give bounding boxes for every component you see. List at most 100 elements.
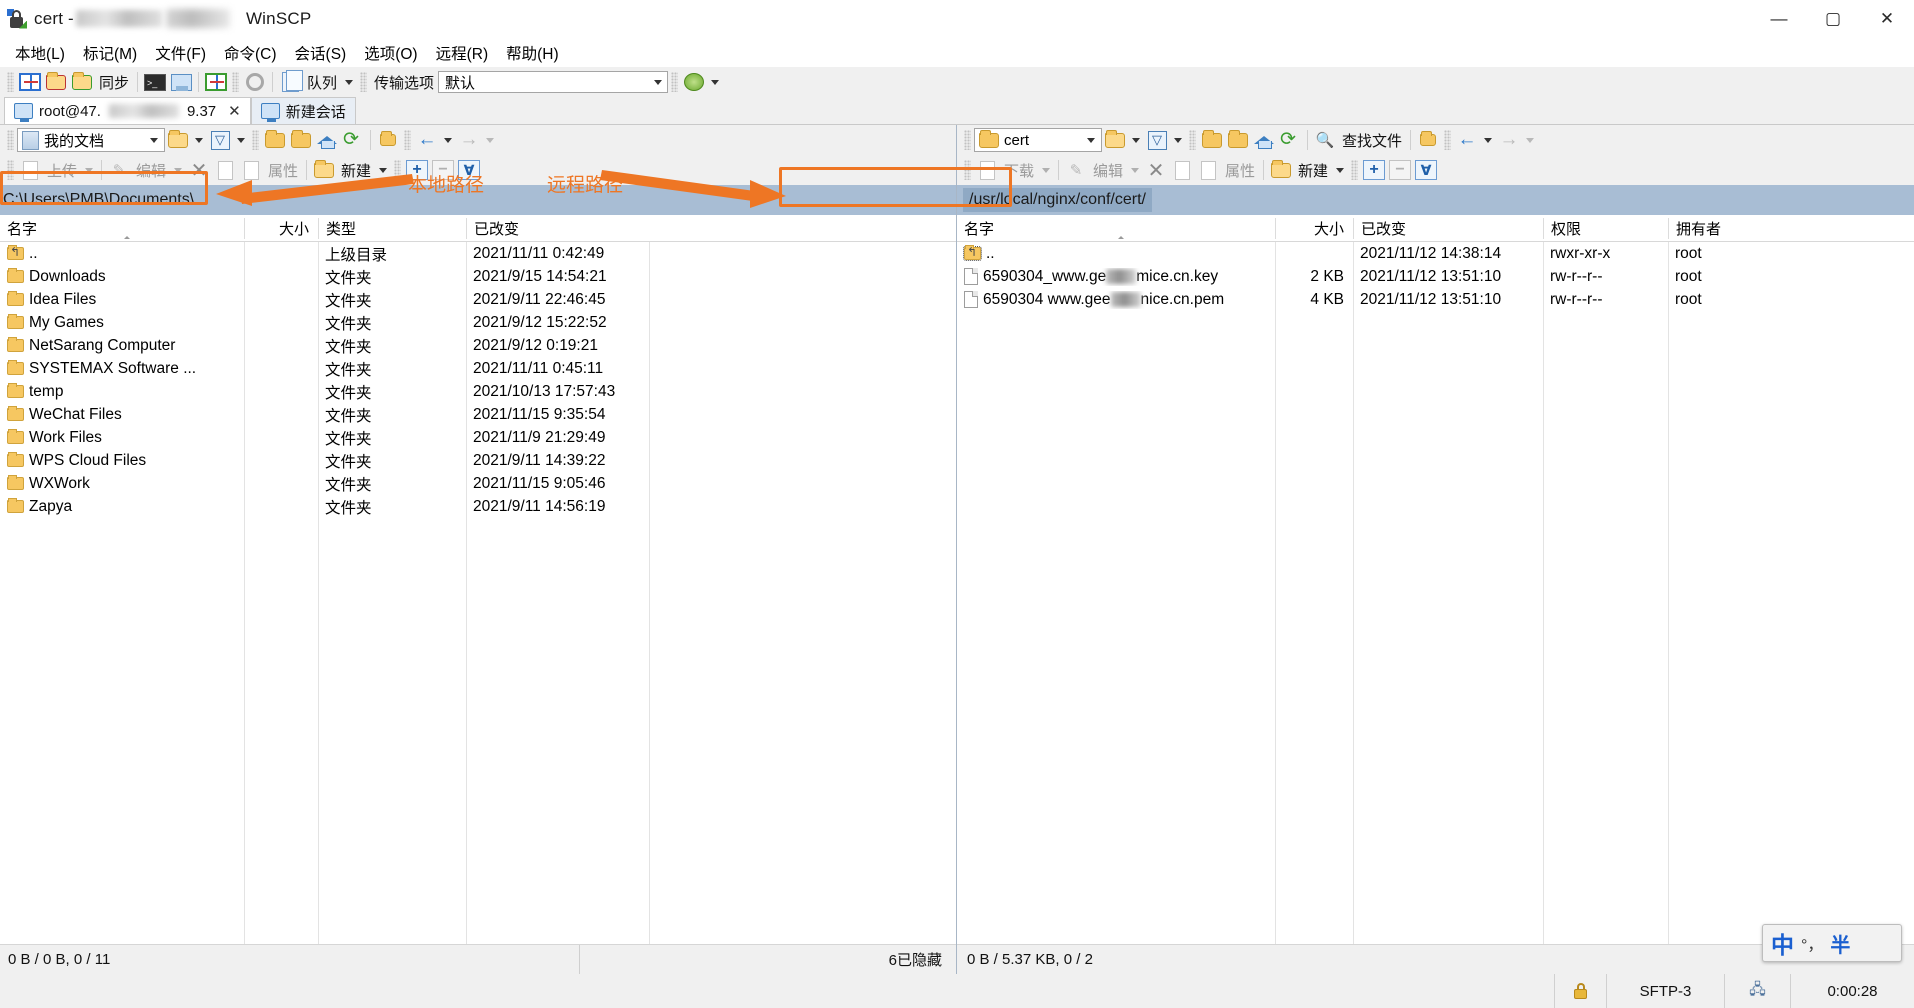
- help-icon[interactable]: [681, 69, 707, 95]
- remote-history-grip[interactable]: [1444, 130, 1452, 150]
- maximize-button[interactable]: ▢: [1806, 0, 1860, 38]
- local-new-icon[interactable]: [311, 157, 337, 183]
- local-parent-dir-icon[interactable]: [262, 127, 288, 153]
- menu-local[interactable]: 本地(L): [6, 39, 74, 67]
- local-home-icon[interactable]: [314, 127, 340, 153]
- local-refresh-icon[interactable]: ⟳: [340, 127, 366, 153]
- local-back-chevron-down-icon[interactable]: [444, 137, 452, 143]
- local-file-list[interactable]: .. 上级目录 2021/11/11 0:42:49 Downloads 文件夹 2021…: [0, 242, 956, 944]
- remote-new-label[interactable]: 新建: [1294, 160, 1332, 181]
- toolbar-grip-2[interactable]: [232, 72, 240, 92]
- remote-open-folder-icon[interactable]: [1102, 127, 1128, 153]
- local-nav-grip[interactable]: [252, 130, 259, 150]
- remote-new-chevron-down-icon[interactable]: [1336, 167, 1345, 173]
- local-open-chevron-down-icon[interactable]: [195, 137, 203, 143]
- local-new-label[interactable]: 新建: [337, 160, 375, 181]
- menu-session[interactable]: 会话(S): [286, 39, 356, 67]
- queue-chevron-down-icon[interactable]: [345, 79, 354, 85]
- remote-nav-grip[interactable]: [1189, 130, 1196, 150]
- remote-path-bar[interactable]: /usr/local/nginx/conf/cert/: [957, 185, 1914, 215]
- table-row[interactable]: WXWork 文件夹 2021/11/15 9:05:46: [0, 472, 956, 495]
- sync-browsing-icon[interactable]: [17, 69, 43, 95]
- sync-label[interactable]: 同步: [95, 72, 133, 93]
- table-row[interactable]: 6590304_www.ge mice.cn.key 2 KB 2021/11/12 …: [957, 265, 1914, 288]
- menu-mark[interactable]: 标记(M): [74, 39, 146, 67]
- gear-icon[interactable]: [242, 69, 268, 95]
- menu-help[interactable]: 帮助(H): [497, 39, 568, 67]
- table-row[interactable]: .. 2021/11/12 14:38:14 rwxr-xr-x root: [957, 242, 1914, 265]
- session-tab-active[interactable]: root@47. 9.37 ✕: [4, 97, 251, 124]
- remote-col-changed[interactable]: 已改变: [1353, 217, 1543, 239]
- remote-action-grip[interactable]: [964, 160, 971, 180]
- ime-symbols[interactable]: °，: [1801, 931, 1823, 955]
- toolbar-grip-3[interactable]: [360, 72, 368, 92]
- remote-back-icon[interactable]: ←: [1454, 127, 1480, 153]
- transfer-options-combo[interactable]: 默认: [438, 71, 669, 93]
- local-select-grip[interactable]: [394, 160, 402, 180]
- local-back-icon[interactable]: ←: [414, 127, 440, 153]
- remote-forward-chevron-down-icon[interactable]: [1526, 137, 1535, 143]
- table-row[interactable]: My Games 文件夹 2021/9/12 15:22:52: [0, 311, 956, 334]
- ime-indicator[interactable]: 中 °， 半: [1762, 924, 1902, 962]
- refresh-session-icon[interactable]: [203, 69, 229, 95]
- local-path-chevron-down-icon[interactable]: [150, 137, 158, 143]
- synchronize-down-icon[interactable]: [69, 69, 95, 95]
- remote-file-list[interactable]: ..2021/11/12 14:38:14rwxr-xr-xroot659030…: [957, 242, 1914, 944]
- remote-forward-icon[interactable]: →: [1496, 127, 1522, 153]
- local-col-type[interactable]: 类型: [318, 217, 466, 239]
- remote-refresh-icon[interactable]: ⟳: [1277, 127, 1303, 153]
- remote-parent-dir-icon[interactable]: [1199, 127, 1225, 153]
- menu-options[interactable]: 选项(O): [355, 39, 426, 67]
- local-col-name[interactable]: 名字: [0, 218, 244, 239]
- help-chevron-down-icon[interactable]: [711, 79, 720, 85]
- table-row[interactable]: WPS Cloud Files 文件夹 2021/9/11 14:39:22: [0, 449, 956, 472]
- ime-mode[interactable]: 中: [1771, 926, 1794, 960]
- table-row[interactable]: SYSTEMAX Software ... 文件夹 2021/11/11 0:45:…: [0, 357, 956, 380]
- remote-select-invert-icon[interactable]: ∀: [1413, 157, 1439, 183]
- remote-open-chevron-down-icon[interactable]: [1132, 137, 1140, 143]
- queue-label[interactable]: 队列: [303, 72, 341, 93]
- remote-col-rights[interactable]: 权限: [1543, 217, 1668, 239]
- local-forward-chevron-down-icon[interactable]: [486, 137, 494, 143]
- local-path-bar[interactable]: C:\Users\PMB\Documents\: [0, 185, 956, 215]
- remote-home-icon[interactable]: [1251, 127, 1277, 153]
- local-forward-icon[interactable]: →: [456, 127, 482, 153]
- local-col-changed[interactable]: 已改变: [466, 217, 649, 239]
- find-files-label[interactable]: 查找文件: [1338, 130, 1406, 151]
- minimize-button[interactable]: —: [1752, 0, 1806, 38]
- remote-new-icon[interactable]: [1268, 157, 1294, 183]
- local-filter-icon[interactable]: ▽: [207, 127, 233, 153]
- remote-path-grip[interactable]: [964, 130, 971, 150]
- local-col-size[interactable]: 大小: [244, 217, 318, 239]
- local-select-add-icon[interactable]: +: [404, 157, 430, 183]
- synchronize-up-icon[interactable]: [43, 69, 69, 95]
- find-files-icon[interactable]: 🔍: [1312, 127, 1338, 153]
- table-row[interactable]: Downloads 文件夹 2021/9/15 14:54:21: [0, 265, 956, 288]
- transfer-chevron-down-icon[interactable]: [654, 79, 663, 85]
- table-row[interactable]: WeChat Files 文件夹 2021/11/15 9:35:54: [0, 403, 956, 426]
- remote-path-chevron-down-icon[interactable]: [1087, 137, 1095, 143]
- toolbar-grip[interactable]: [7, 72, 14, 92]
- local-path-combo[interactable]: 我的文档: [17, 128, 165, 152]
- table-row[interactable]: temp 文件夹 2021/10/13 17:57:43: [0, 380, 956, 403]
- local-root-dir-icon[interactable]: [288, 127, 314, 153]
- local-path-grip[interactable]: [7, 130, 14, 150]
- local-select-invert-icon[interactable]: ∀: [456, 157, 482, 183]
- table-row[interactable]: NetSarang Computer 文件夹 2021/9/12 0:19:21: [0, 334, 956, 357]
- remote-filter-chevron-down-icon[interactable]: [1174, 137, 1182, 143]
- remote-root-dir-icon[interactable]: [1225, 127, 1251, 153]
- remote-col-name[interactable]: 名字: [957, 218, 1275, 239]
- remote-select-grip[interactable]: [1351, 160, 1359, 180]
- local-action-grip[interactable]: [7, 160, 14, 180]
- local-filter-chevron-down-icon[interactable]: [237, 137, 245, 143]
- local-open-folder-icon[interactable]: [165, 127, 191, 153]
- table-row[interactable]: 6590304 www.gee nice.cn.pem 4 KB 2021/11/12…: [957, 288, 1914, 311]
- toolbar-grip-4[interactable]: [671, 72, 679, 92]
- open-terminal-icon[interactable]: [168, 69, 194, 95]
- menu-files[interactable]: 文件(F): [146, 39, 215, 67]
- remote-col-owner[interactable]: 拥有者: [1668, 217, 1914, 239]
- queue-icon[interactable]: [277, 69, 303, 95]
- menu-commands[interactable]: 命令(C): [215, 39, 286, 67]
- remote-select-add-icon[interactable]: +: [1361, 157, 1387, 183]
- new-session-tab[interactable]: 新建会话: [250, 97, 356, 124]
